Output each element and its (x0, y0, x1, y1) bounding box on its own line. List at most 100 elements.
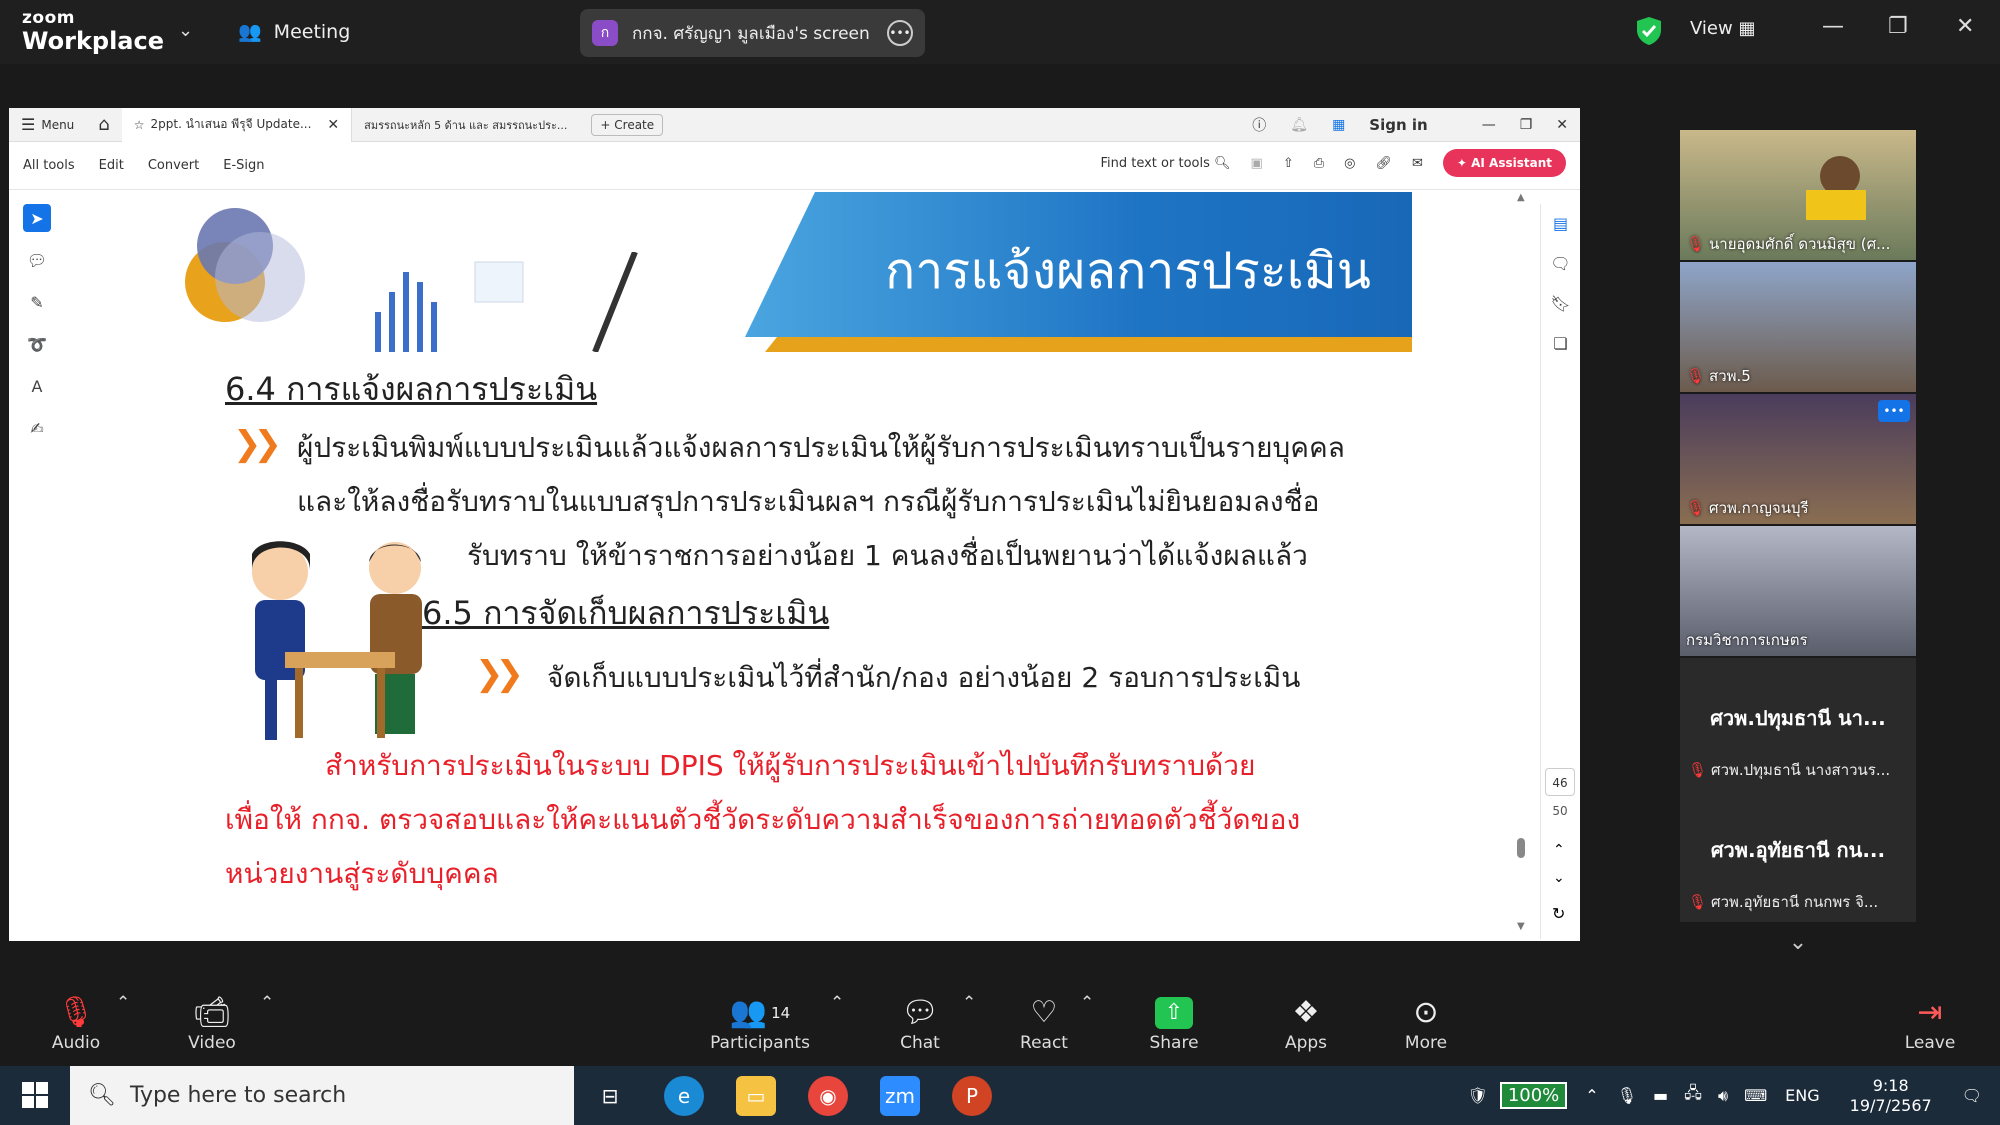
clock[interactable]: 9:18 19/7/2567 (1850, 1076, 1932, 1116)
close-tab-icon[interactable]: ✕ (327, 117, 339, 133)
tile-more-icon[interactable]: ••• (1878, 400, 1910, 422)
minimize-icon[interactable]: — (1822, 14, 1844, 39)
home-icon[interactable]: ⌂ (86, 108, 121, 142)
video-tile-4[interactable]: กรมวิชาการเกษตร (1680, 526, 1916, 656)
language-indicator[interactable]: ENG (1785, 1086, 1819, 1105)
apps-grid-icon[interactable]: ▦ (1332, 117, 1345, 133)
windows-start-icon[interactable] (22, 1082, 48, 1108)
keyboard-icon[interactable]: ⌨ (1744, 1086, 1767, 1105)
bookmark-icon[interactable]: 🔖︎ (1549, 294, 1573, 318)
esign-button[interactable]: E-Sign (223, 158, 264, 173)
chevron-down-icon[interactable]: ⌄ (178, 20, 193, 41)
share-button[interactable]: ⇧ Share (1144, 993, 1204, 1053)
apps-button[interactable]: ❖ Apps (1278, 993, 1334, 1053)
gallery-scroll-down-icon[interactable]: ⌄ (1680, 930, 1916, 955)
participants-options-caret[interactable]: ⌃ (830, 993, 844, 1013)
ai-assistant-button[interactable]: ✦ AI Assistant (1442, 149, 1566, 177)
file-explorer-icon[interactable]: ▭ (736, 1076, 776, 1116)
video-tile-6[interactable]: ศวพ.อุทัยธานี กน... 🎙︎ ศวพ.อุทัยธานี กนกพ… (1680, 790, 1916, 922)
comments-panel-icon[interactable]: 🗨︎ (1549, 254, 1573, 278)
rotate-icon[interactable]: ↻ (1552, 904, 1565, 923)
edge-icon[interactable]: e (664, 1076, 704, 1116)
battery-indicator[interactable]: 100% (1499, 1082, 1568, 1109)
comment-icon[interactable]: 💬︎ (23, 246, 51, 274)
help-icon[interactable]: ⓘ (1252, 115, 1266, 135)
view-label: View (1690, 18, 1733, 39)
video-tile-1[interactable]: 🎙︎ นายอุดมศักดิ์ ดวนมิสุข (ศ... (1680, 130, 1916, 260)
security-icon[interactable]: 🛡︎ (1468, 1086, 1488, 1105)
scroll-down-icon[interactable]: ▼ (1517, 921, 1525, 932)
menu-button[interactable]: ☰ Menu (9, 108, 86, 142)
leave-button[interactable]: ⇥ Leave (1902, 993, 1958, 1053)
network-icon[interactable]: 🖧 (1684, 1082, 1702, 1109)
video-button[interactable]: 📹︎ Video (182, 993, 242, 1053)
draw-lasso-icon[interactable]: ➰ (23, 330, 51, 358)
page-number-input[interactable]: 46 (1545, 768, 1575, 796)
close-icon[interactable]: ✕ (1556, 117, 1568, 133)
share-screen-pill[interactable]: ก กกจ. ศรัญญา มูลเมือง's screen ••• (580, 9, 925, 57)
all-tools-button[interactable]: All tools (23, 158, 75, 173)
video-tile-5[interactable]: ศวพ.ปทุมธานี นา... 🎙︎ ศวพ.ปทุมธานี นางสาว… (1680, 658, 1916, 790)
slide-title: การแจ้งผลการประเมิน (885, 242, 1371, 300)
mic-muted-icon: 🎙︎ (1686, 499, 1706, 517)
pages-icon[interactable]: ❏ (1549, 334, 1573, 358)
chat-button[interactable]: 💬︎ Chat (888, 993, 952, 1053)
react-button[interactable]: ♡ React (1014, 993, 1074, 1053)
close-icon[interactable]: ✕ (1956, 14, 1974, 39)
share-link-icon[interactable]: ◎ (1344, 156, 1355, 171)
search-placeholder: Type here to search (129, 1083, 347, 1108)
audio-options-caret[interactable]: ⌃ (116, 993, 130, 1013)
video-tile-3[interactable]: ••• 🎙︎ ศวพ.กาญจนบุรี (1680, 394, 1916, 524)
more-button[interactable]: ⊙ More (1396, 993, 1456, 1053)
acrobat-window: ☰ Menu ⌂ ☆ 2ppt. นำเสนอ พีรุจี Update...… (9, 107, 1580, 941)
chat-options-caret[interactable]: ⌃ (962, 993, 976, 1013)
view-button[interactable]: View ▦ (1690, 18, 1755, 39)
tab-document-1[interactable]: ☆ 2ppt. นำเสนอ พีรุจี Update... ✕ (121, 107, 353, 142)
chrome-icon[interactable]: ◉ (808, 1076, 848, 1116)
volume-icon[interactable]: 🔊︎ (1718, 1086, 1728, 1106)
tray-caret-icon[interactable]: ⌃ (1585, 1086, 1598, 1105)
participants-button[interactable]: 👥 14 Participants (710, 993, 810, 1053)
restore-icon[interactable]: ❐ (1520, 117, 1533, 133)
video-options-caret[interactable]: ⌃ (260, 993, 274, 1013)
video-tile-2[interactable]: 🎙︎ สวพ.5 (1680, 262, 1916, 392)
tile-5-big-name: ศวพ.ปทุมธานี นา... (1710, 706, 1886, 730)
save-icon[interactable]: ▣ (1251, 156, 1263, 171)
scroll-thumb[interactable] (1517, 838, 1525, 858)
shield-check-icon[interactable] (1636, 16, 1662, 46)
link-icon[interactable]: 🔗︎ (1375, 156, 1392, 171)
edit-button[interactable]: Edit (99, 158, 124, 173)
ai-chat-icon[interactable]: ▤ (1549, 214, 1573, 238)
vertical-scrollbar[interactable]: ▲ ▼ (1517, 192, 1525, 932)
react-options-caret[interactable]: ⌃ (1080, 993, 1094, 1013)
create-button[interactable]: + Create (591, 113, 664, 136)
microphone-icon[interactable]: 🎙︎ (1617, 1086, 1637, 1105)
page-down-icon[interactable]: ⌄ (1553, 870, 1565, 886)
meeting-button[interactable]: 👥 Meeting (238, 20, 350, 44)
highlight-pen-icon[interactable]: ✎ (23, 288, 51, 316)
more-options-icon[interactable]: ••• (887, 20, 913, 46)
text-box-icon[interactable]: A (23, 372, 51, 400)
taskbar-search[interactable]: 🔍︎ Type here to search (70, 1066, 574, 1125)
tile-5-label: ศวพ.ปทุมธานี นางสาวนร... (1711, 761, 1891, 779)
battery-icon[interactable]: ▬ (1653, 1086, 1668, 1105)
notifications-icon[interactable]: 🗨︎ (1962, 1086, 1982, 1105)
find-tools[interactable]: Find text or tools 🔍︎ (1100, 156, 1230, 171)
zoom-app-icon[interactable]: zm (880, 1076, 920, 1116)
minimize-icon[interactable]: — (1482, 117, 1496, 133)
sign-icon[interactable]: ✍ (23, 414, 51, 442)
mail-icon[interactable]: ✉ (1412, 156, 1423, 171)
select-cursor-icon[interactable]: ➤ (23, 204, 51, 232)
convert-button[interactable]: Convert (148, 158, 199, 173)
page-up-icon[interactable]: ⌃ (1553, 842, 1565, 858)
scroll-up-icon[interactable]: ▲ (1517, 192, 1525, 203)
tab-document-2[interactable]: สมรรถนะหลัก 5 ด้าน และ สมรรถนะประ... (352, 108, 579, 142)
task-view-icon[interactable]: ⊟ (590, 1076, 630, 1116)
audio-button[interactable]: 🎙︎ Audio (48, 993, 104, 1053)
restore-icon[interactable]: ❐ (1888, 14, 1908, 39)
powerpoint-icon[interactable]: P (952, 1076, 992, 1116)
sign-in-button[interactable]: Sign in (1369, 116, 1427, 134)
bell-icon[interactable]: 🔔︎ (1290, 117, 1308, 133)
upload-icon[interactable]: ⇧ (1283, 156, 1294, 171)
print-icon[interactable]: ⎙ (1314, 156, 1324, 171)
